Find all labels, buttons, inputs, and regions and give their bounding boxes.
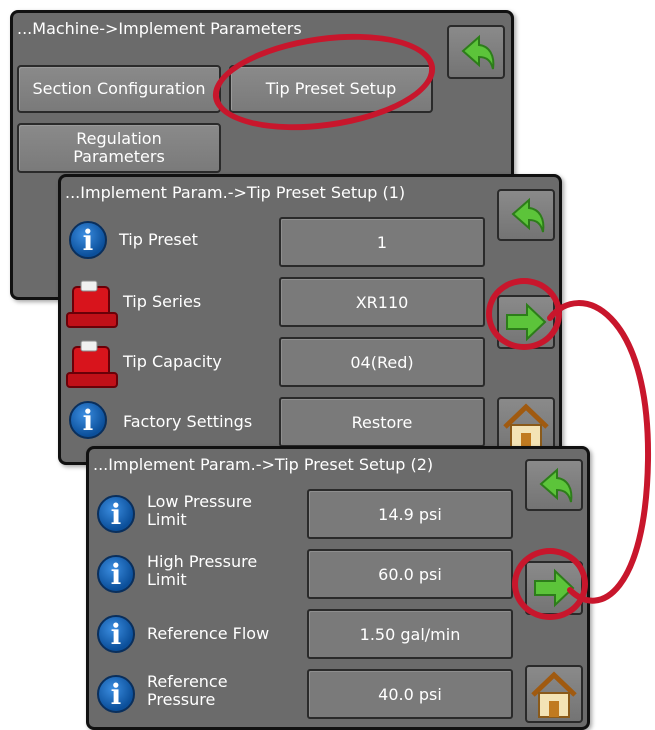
info-icon[interactable]: i [69, 221, 107, 259]
info-icon[interactable]: i [97, 555, 135, 593]
tip-capacity-label: Tip Capacity [123, 352, 222, 371]
red-nozzle-icon [66, 280, 118, 328]
factory-settings-field[interactable]: Restore [279, 397, 485, 447]
reference-flow-field[interactable]: 1.50 gal/min [307, 609, 513, 659]
tip-capacity-field[interactable]: 04(Red) [279, 337, 485, 387]
label-line2: Limit [147, 510, 187, 529]
home-button[interactable] [525, 665, 583, 723]
breadcrumb: ...Machine->Implement Parameters [17, 19, 302, 38]
back-button[interactable] [447, 25, 505, 79]
regulation-label-line2: Parameters [73, 147, 165, 166]
connector-arc [547, 300, 652, 604]
label-line1: Low Pressure [147, 492, 252, 511]
section-configuration-button[interactable]: Section Configuration [17, 65, 221, 113]
breadcrumb: ...Implement Param.->Tip Preset Setup (1… [65, 183, 406, 202]
back-arrow-icon [511, 197, 545, 233]
regulation-parameters-button[interactable]: Regulation Parameters [17, 123, 221, 173]
reference-pressure-field[interactable]: 40.0 psi [307, 669, 513, 719]
label-line1: High Pressure [147, 552, 258, 571]
reference-flow-label: Reference Flow [147, 624, 270, 643]
info-icon[interactable]: i [97, 615, 135, 653]
home-icon [531, 671, 577, 718]
reference-pressure-label: Reference Pressure [147, 673, 228, 709]
info-icon[interactable]: i [97, 495, 135, 533]
back-button[interactable] [497, 189, 555, 241]
info-icon[interactable]: i [69, 401, 107, 439]
breadcrumb: ...Implement Param.->Tip Preset Setup (2… [93, 455, 434, 474]
label-line2: Pressure [147, 690, 216, 709]
low-pressure-limit-label: Low Pressure Limit [147, 493, 252, 529]
regulation-label-line1: Regulation [76, 129, 162, 148]
red-nozzle-icon [66, 340, 118, 388]
label-line2: Limit [147, 570, 187, 589]
tip-preset-label: Tip Preset [119, 230, 198, 249]
tip-series-label: Tip Series [123, 292, 202, 311]
high-pressure-limit-label: High Pressure Limit [147, 553, 257, 589]
low-pressure-limit-field[interactable]: 14.9 psi [307, 489, 513, 539]
info-icon[interactable]: i [97, 675, 135, 713]
label-line1: Reference [147, 672, 228, 691]
factory-settings-label: Factory Settings [123, 412, 253, 431]
high-pressure-limit-field[interactable]: 60.0 psi [307, 549, 513, 599]
tip-preset-field[interactable]: 1 [279, 217, 485, 267]
back-arrow-icon [461, 34, 495, 70]
tip-series-field[interactable]: XR110 [279, 277, 485, 327]
